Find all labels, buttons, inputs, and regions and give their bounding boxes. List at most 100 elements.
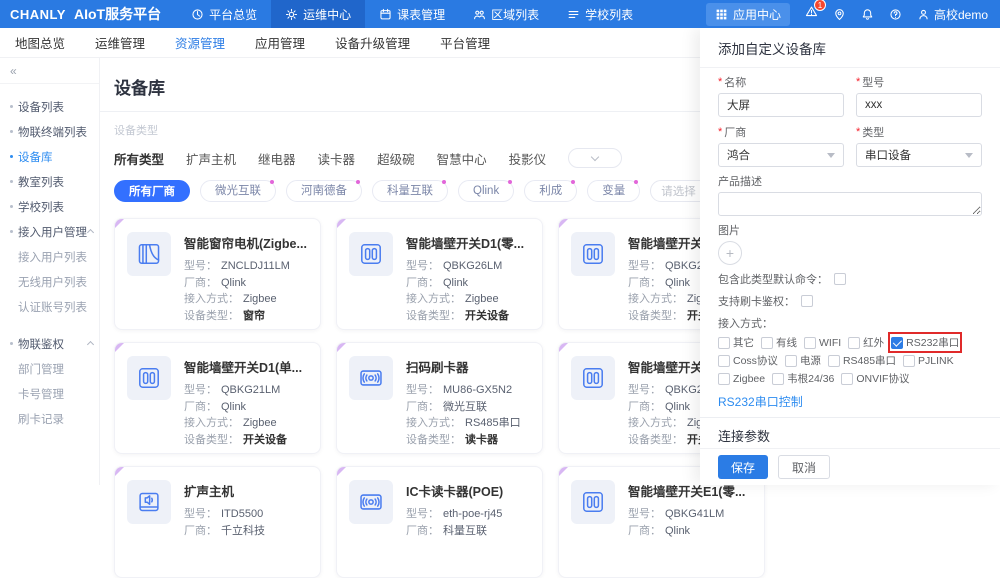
topnav-item-region[interactable]: 区域列表 <box>459 0 553 28</box>
add-device-panel: 添加自定义设备库 *名称 *型号 *厂商 鸿合 *类型 串口设备 产品描述 <box>700 28 1000 485</box>
device-card[interactable]: IC卡读卡器(POE)型号：eth-poe-rj45厂商：科量互联 <box>336 466 543 578</box>
corner-ribbon-icon <box>114 218 125 229</box>
ops-icon <box>285 8 298 21</box>
access-option[interactable]: 韦根24/36 <box>772 371 834 386</box>
sidebar-subitem[interactable]: 卡号管理 <box>0 381 99 406</box>
subnav-item[interactable]: 资源管理 <box>175 33 225 52</box>
model-input[interactable] <box>856 93 982 117</box>
device-card[interactable]: 扩声主机型号：ITD5500厂商：千立科技 <box>114 466 321 578</box>
type-filter[interactable]: 智慧中心 <box>437 149 487 168</box>
cancel-button[interactable]: 取消 <box>778 455 830 479</box>
device-card[interactable]: 智能墙壁开关D1(零...型号：QBKG26LM厂商：Qlink接入方式：Zig… <box>336 218 543 330</box>
sidebar-item[interactable]: 教室列表 <box>0 169 99 194</box>
name-input[interactable] <box>718 93 844 117</box>
vendor-filter[interactable]: 科量互联 <box>372 180 448 202</box>
type-dropdown[interactable]: 串口设备 <box>856 143 982 167</box>
vendor-filter[interactable]: 利成 <box>524 180 577 202</box>
bell-icon[interactable] <box>861 8 874 21</box>
serial-control-link[interactable]: RS232串口控制 <box>718 393 982 410</box>
device-card[interactable]: 智能窗帘电机(Zigbe...型号：ZNCLDJ11LM厂商：Qlink接入方式… <box>114 218 321 330</box>
sidebar-item[interactable]: 物联鉴权 <box>0 331 99 356</box>
topnav-item-schedule[interactable]: 课表管理 <box>365 0 459 28</box>
topnav-item-ops[interactable]: 运维中心 <box>271 0 365 28</box>
type-filter[interactable]: 超级碗 <box>377 149 415 168</box>
access-option[interactable]: RS485串口 <box>828 353 896 368</box>
checkbox-icon <box>834 273 846 285</box>
access-option[interactable]: 有线 <box>761 335 797 350</box>
type-filter[interactable]: 扩声主机 <box>186 149 236 168</box>
panel-checkbox-rows: 包含此类型默认命令： 支持刷卡鉴权： <box>718 271 982 309</box>
sidebar-item-label: 物联鉴权 <box>18 336 64 352</box>
sidebar-subitem[interactable]: 认证账号列表 <box>0 294 99 319</box>
access-option[interactable]: RS232串口 <box>891 335 959 350</box>
device-card-title: 智能墙壁开关D1(单... <box>184 357 302 376</box>
location-pin-icon[interactable] <box>833 8 846 21</box>
corner-ribbon-icon <box>114 466 125 477</box>
corner-ribbon-icon <box>336 342 347 353</box>
panel-checkbox[interactable]: 支持刷卡鉴权： <box>718 293 982 309</box>
plus-icon: + <box>726 245 734 261</box>
access-option[interactable]: 电源 <box>785 353 821 368</box>
sidebar-item-label: 接入用户管理 <box>18 224 87 240</box>
topnav-item-overview[interactable]: 平台总览 <box>177 0 271 28</box>
sidebar-item-label: 物联终端列表 <box>18 124 87 140</box>
subnav-item[interactable]: 地图总览 <box>15 33 65 52</box>
connection-params-title: 连接参数 <box>718 426 982 445</box>
type-filter[interactable]: 继电器 <box>258 149 296 168</box>
app-center-button[interactable]: 应用中心 <box>706 3 790 26</box>
subnav-item[interactable]: 设备升级管理 <box>335 33 410 52</box>
sidebar-item[interactable]: 学校列表 <box>0 194 99 219</box>
device-card[interactable]: 智能墙壁开关D1(单...型号：QBKG21LM厂商：Qlink接入方式：Zig… <box>114 342 321 454</box>
panel-checkbox[interactable]: 包含此类型默认命令： <box>718 271 982 287</box>
checkbox-icon <box>718 337 730 349</box>
vendor-filter[interactable]: 河南德备 <box>286 180 362 202</box>
image-upload-button[interactable]: + <box>718 241 742 265</box>
vendor-filter[interactable]: 变量 <box>587 180 640 202</box>
sidebar-item[interactable]: 设备列表 <box>0 94 99 119</box>
access-option[interactable]: 其它 <box>718 335 754 350</box>
type-filter-more-select[interactable] <box>568 148 622 168</box>
chevron-down-icon <box>827 153 835 158</box>
bullet-icon <box>10 342 13 345</box>
sidebar-collapse-button[interactable]: « <box>0 58 99 84</box>
chevron-up-icon <box>87 229 94 236</box>
topnav-item-label: 课表管理 <box>397 6 445 23</box>
subnav-item[interactable]: 平台管理 <box>440 33 490 52</box>
sidebar-subitem[interactable]: 接入用户列表 <box>0 244 99 269</box>
model-label: 型号 <box>862 74 884 90</box>
save-button[interactable]: 保存 <box>718 455 768 479</box>
access-option[interactable]: ONVIF协议 <box>841 371 909 386</box>
subnav-item[interactable]: 应用管理 <box>255 33 305 52</box>
access-option[interactable]: 红外 <box>848 335 884 350</box>
access-option[interactable]: Coss协议 <box>718 353 778 368</box>
desc-textarea[interactable] <box>718 192 982 216</box>
help-icon[interactable] <box>889 8 902 21</box>
vendor-dropdown[interactable]: 鸿合 <box>718 143 844 167</box>
vendor-field: *厂商 鸿合 <box>718 124 844 167</box>
user-icon <box>917 8 930 21</box>
bullet-icon <box>10 130 13 133</box>
access-option[interactable]: PJLINK <box>903 355 954 367</box>
sidebar-item[interactable]: 物联终端列表 <box>0 119 99 144</box>
subnav-item[interactable]: 运维管理 <box>95 33 145 52</box>
alarm-badge: 1 <box>814 0 826 11</box>
type-filter[interactable]: 所有类型 <box>114 149 164 168</box>
access-option[interactable]: Zigbee <box>718 373 765 385</box>
sidebar-item[interactable]: 接入用户管理 <box>0 219 99 244</box>
sidebar-subitem[interactable]: 无线用户列表 <box>0 269 99 294</box>
chevron-up-icon <box>87 341 94 348</box>
vendor-filter[interactable]: 所有厂商 <box>114 180 190 202</box>
vendor-filter[interactable]: Qlink <box>458 180 514 202</box>
sidebar-subitem[interactable]: 刷卡记录 <box>0 406 99 431</box>
alarm-button[interactable]: 1 <box>805 5 818 23</box>
type-filter[interactable]: 投影仪 <box>509 149 547 168</box>
topnav-item-school[interactable]: 学校列表 <box>553 0 647 28</box>
device-card[interactable]: 扫码刷卡器型号：MU86-GX5N2厂商：微光互联接入方式：RS485串口设备类… <box>336 342 543 454</box>
sidebar-subitem[interactable]: 部门管理 <box>0 356 99 381</box>
user-menu[interactable]: 高校demo <box>917 6 988 23</box>
vendor-filter[interactable]: 微光互联 <box>200 180 276 202</box>
type-filter[interactable]: 读卡器 <box>318 149 356 168</box>
access-option[interactable]: WIFI <box>804 337 841 349</box>
sidebar-item[interactable]: 设备库 <box>0 144 99 169</box>
device-card-title: 智能墙壁开关D1(零... <box>406 233 524 252</box>
